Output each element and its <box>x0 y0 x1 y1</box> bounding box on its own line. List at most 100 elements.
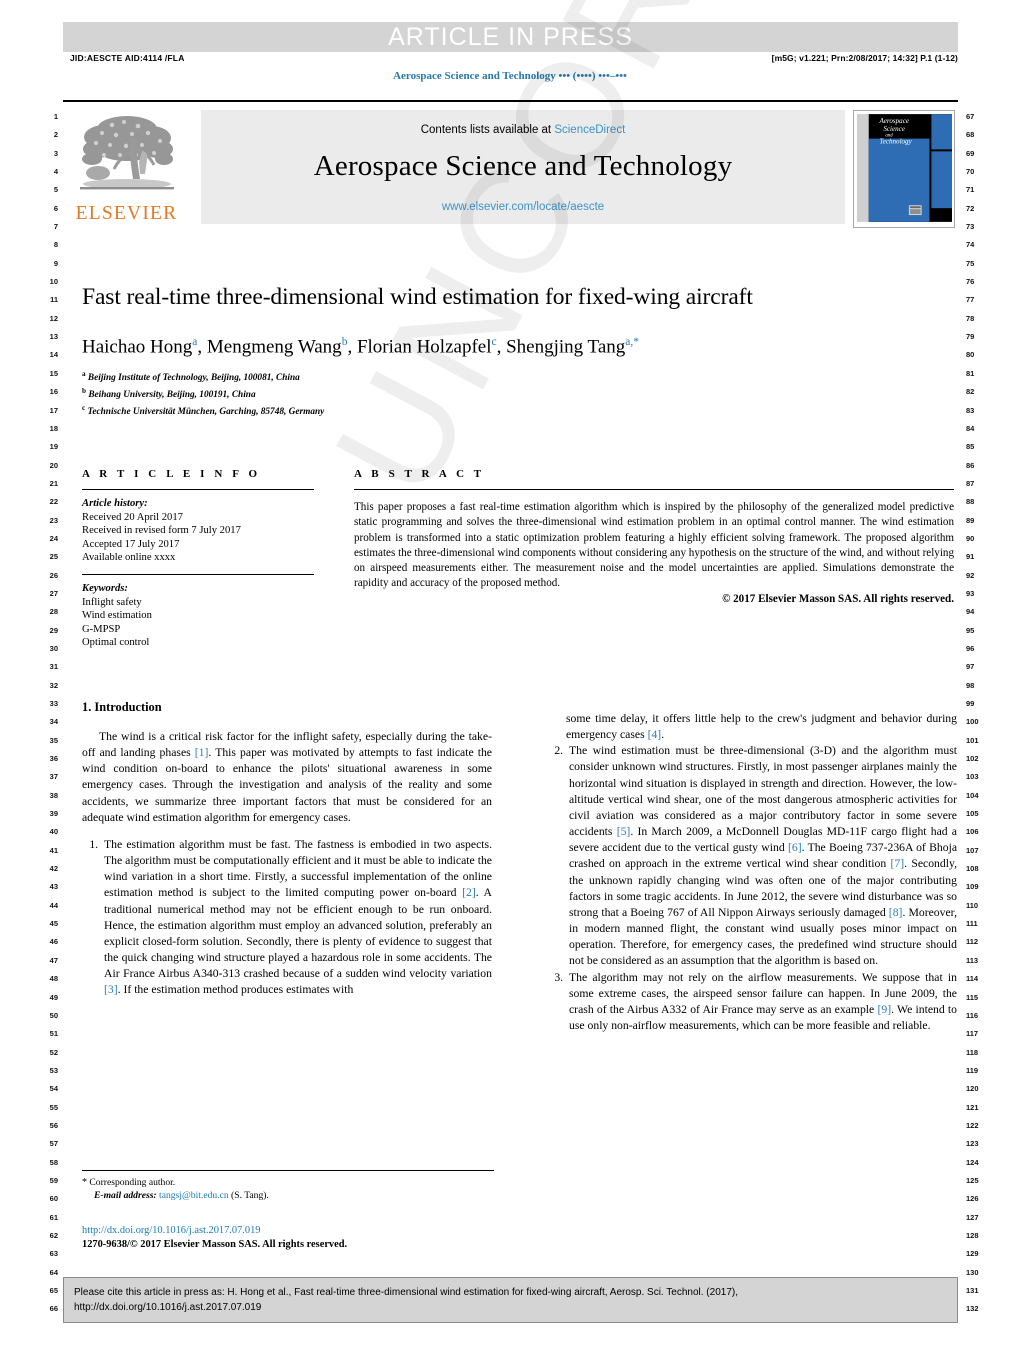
citation-ref[interactable]: [1] <box>195 746 209 759</box>
journal-homepage-url[interactable]: www.elsevier.com/locate/aescte <box>201 201 845 213</box>
citation-ref[interactable]: [2] <box>462 886 476 899</box>
list-item: The algorithm may not rely on the airflo… <box>566 970 957 1035</box>
author-affil-marker: c <box>491 336 497 348</box>
corresponding-author-text: Corresponding author. <box>89 1177 176 1188</box>
journal-cover-thumbnail: Aerospace Science and Technology <box>853 110 955 228</box>
line-number: 14 <box>49 350 58 360</box>
line-number: 54 <box>49 1084 58 1094</box>
citation-ref[interactable]: [5] <box>617 825 631 838</box>
line-numbers-right: 67 68 69 70 71 72 73 74 75 76 77 78 79 80 81 82 83 84 85 86… <box>966 108 988 1319</box>
article-info-rule <box>82 489 314 490</box>
citation-ref[interactable]: [4] <box>648 728 662 741</box>
line-number: 50 <box>49 1010 58 1020</box>
citation-ref[interactable]: [3] <box>104 983 118 996</box>
line-number: 71 <box>966 185 975 195</box>
line-number: 1 <box>53 112 58 121</box>
line-number: 89 <box>966 515 975 525</box>
line-number: 118 <box>966 1047 979 1057</box>
line-number: 90 <box>966 533 975 543</box>
line-number: 58 <box>49 1157 58 1167</box>
line-number: 59 <box>49 1175 58 1185</box>
email-address-link[interactable]: tangsj@bit.edu.cn <box>159 1190 229 1201</box>
citation-ref[interactable]: [9] <box>877 1003 891 1016</box>
line-number: 60 <box>49 1194 58 1204</box>
citation-ref[interactable]: [6] <box>788 841 802 854</box>
article-history-item: Accepted 17 July 2017 <box>82 538 180 550</box>
svg-text:Science: Science <box>883 125 905 133</box>
line-number: 93 <box>966 588 975 598</box>
line-number: 96 <box>966 643 975 653</box>
line-number: 51 <box>49 1029 58 1039</box>
abstract-column: A B S T R A C T This paper proposes a fa… <box>354 468 954 605</box>
line-number: 82 <box>966 387 975 397</box>
journal-id-line: JID:AESCTE AID:4114 /FLA <box>70 53 185 63</box>
line-number: 44 <box>49 900 58 910</box>
author-name: Shengjing Tang <box>506 336 626 358</box>
running-head: Aerospace Science and Technology ••• (••… <box>393 70 627 82</box>
affiliation-item: a Beijing Institute of Technology, Beiji… <box>82 370 300 384</box>
doi-block: http://dx.doi.org/10.1016/j.ast.2017.07.… <box>82 1224 502 1252</box>
line-number: 29 <box>49 625 58 635</box>
line-number: 104 <box>966 790 979 800</box>
line-number: 34 <box>49 717 58 727</box>
line-number: 16 <box>49 387 58 397</box>
line-number: 80 <box>966 350 975 360</box>
article-history-item: Received in revised form 7 July 2017 <box>82 525 241 537</box>
abstract-copyright: © 2017 Elsevier Masson SAS. All rights r… <box>722 592 954 605</box>
line-number: 35 <box>49 735 58 745</box>
line-number: 22 <box>49 497 58 507</box>
line-number: 77 <box>966 295 975 305</box>
line-number: 65 <box>49 1286 58 1295</box>
line-number: 55 <box>49 1102 58 1112</box>
line-number: 32 <box>49 680 58 690</box>
citation-ref[interactable]: [8] <box>889 906 903 919</box>
article-info-heading: A R T I C L E I N F O <box>82 468 261 480</box>
line-number: 18 <box>49 423 58 433</box>
article-history-item: Received 20 April 2017 <box>82 511 183 523</box>
affiliation-marker: a <box>82 370 86 379</box>
line-number: 84 <box>966 423 975 433</box>
line-number: 47 <box>49 955 58 965</box>
line-number: 108 <box>966 864 979 874</box>
line-number: 49 <box>49 992 58 1002</box>
line-number: 33 <box>49 699 58 708</box>
citation-ref[interactable]: [7] <box>890 857 904 870</box>
svg-text:Technology: Technology <box>879 138 912 146</box>
author-list: Haichao Honga, Mengmeng Wangb, Florian H… <box>82 336 640 358</box>
line-number: 86 <box>966 460 975 470</box>
line-number: 9 <box>53 258 58 268</box>
line-number: 30 <box>49 643 58 653</box>
line-number: 64 <box>49 1267 58 1277</box>
affiliation-item: b Beihang University, Beijing, 100191, C… <box>82 387 256 401</box>
keyword-item: Inflight safety <box>82 596 142 608</box>
author-name: Florian Holzapfel <box>356 336 492 358</box>
line-number: 129 <box>966 1249 979 1259</box>
line-number: 12 <box>49 313 58 323</box>
article-history-items: Received 20 April 2017 Received in revise… <box>82 511 314 565</box>
line-number: 94 <box>966 607 975 617</box>
line-number: 75 <box>966 258 975 268</box>
line-number: 111 <box>966 919 978 929</box>
line-number: 105 <box>966 809 979 819</box>
doi-link[interactable]: http://dx.doi.org/10.1016/j.ast.2017.07.… <box>82 1224 502 1238</box>
line-number: 61 <box>49 1212 58 1222</box>
line-number: 73 <box>966 222 975 232</box>
line-number: 107 <box>966 845 979 855</box>
elsevier-wordmark: ELSEVIER <box>75 203 178 224</box>
line-number: 131 <box>966 1286 979 1295</box>
sciencedirect-link[interactable]: ScienceDirect <box>554 124 625 136</box>
line-number: 119 <box>966 1065 979 1075</box>
page-title: Fast real-time three-dimensional wind es… <box>82 284 753 310</box>
line-number: 4 <box>53 167 58 177</box>
line-number: 69 <box>966 148 975 158</box>
line-number: 2 <box>53 130 58 140</box>
journal-band: Contents lists available at ScienceDirec… <box>201 110 845 224</box>
line-number: 124 <box>966 1157 979 1167</box>
line-number: 15 <box>49 368 58 378</box>
production-stamp-line: [m5G; v1.221; Prn:2/08/2017; 14:32] P.1 … <box>771 53 958 63</box>
line-number: 26 <box>49 570 58 580</box>
asterisk-icon: * <box>82 1177 87 1188</box>
numbered-list-right: some time delay, it offers little help t… <box>547 711 957 1034</box>
keyword-item: Optimal control <box>82 637 150 649</box>
line-number: 85 <box>966 442 975 452</box>
